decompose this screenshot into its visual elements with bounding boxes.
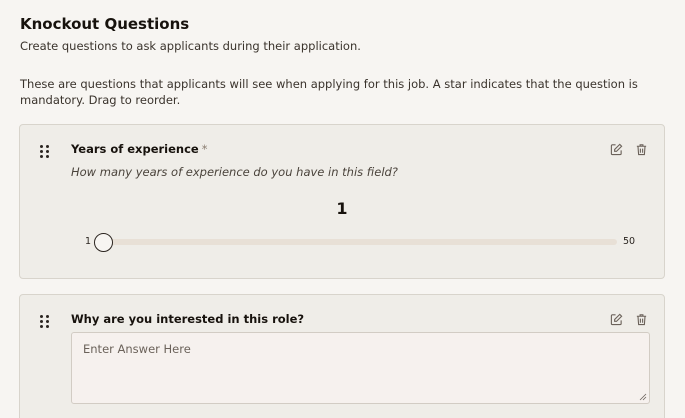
answer-textarea[interactable]: Enter Answer Here <box>71 332 650 404</box>
page-subtitle: Create questions to ask applicants durin… <box>20 39 361 53</box>
question-title-text: Why are you interested in this role? <box>71 312 305 326</box>
question-description: How many years of experience do you have… <box>71 165 398 179</box>
question-actions <box>610 143 648 156</box>
slider-thumb[interactable] <box>94 233 113 252</box>
drag-handle-icon[interactable] <box>40 315 50 328</box>
edit-icon[interactable] <box>610 313 623 326</box>
resize-grip-icon[interactable] <box>639 393 647 401</box>
question-title: Why are you interested in this role? <box>71 312 304 326</box>
edit-icon[interactable] <box>610 143 623 156</box>
required-star: * <box>201 142 208 156</box>
question-actions <box>610 313 648 326</box>
slider-max-label: 50 <box>623 236 636 247</box>
question-title-text: Years of experience <box>71 142 199 156</box>
page-intro: These are questions that applicants will… <box>20 77 638 107</box>
slider-track[interactable] <box>103 239 617 245</box>
trash-icon[interactable] <box>635 313 648 326</box>
question-title: Years of experience * <box>71 142 207 156</box>
slider-min-label: 1 <box>85 236 92 247</box>
trash-icon[interactable] <box>635 143 648 156</box>
slider-value: 1 <box>336 199 348 218</box>
question-card-years-of-experience[interactable]: Years of experience * How many years of e… <box>19 124 665 279</box>
page-title: Knockout Questions <box>20 15 190 33</box>
drag-handle-icon[interactable] <box>40 145 50 158</box>
question-card-interest[interactable]: Why are you interested in this role? Ent… <box>19 294 665 418</box>
answer-placeholder: Enter Answer Here <box>83 342 191 356</box>
